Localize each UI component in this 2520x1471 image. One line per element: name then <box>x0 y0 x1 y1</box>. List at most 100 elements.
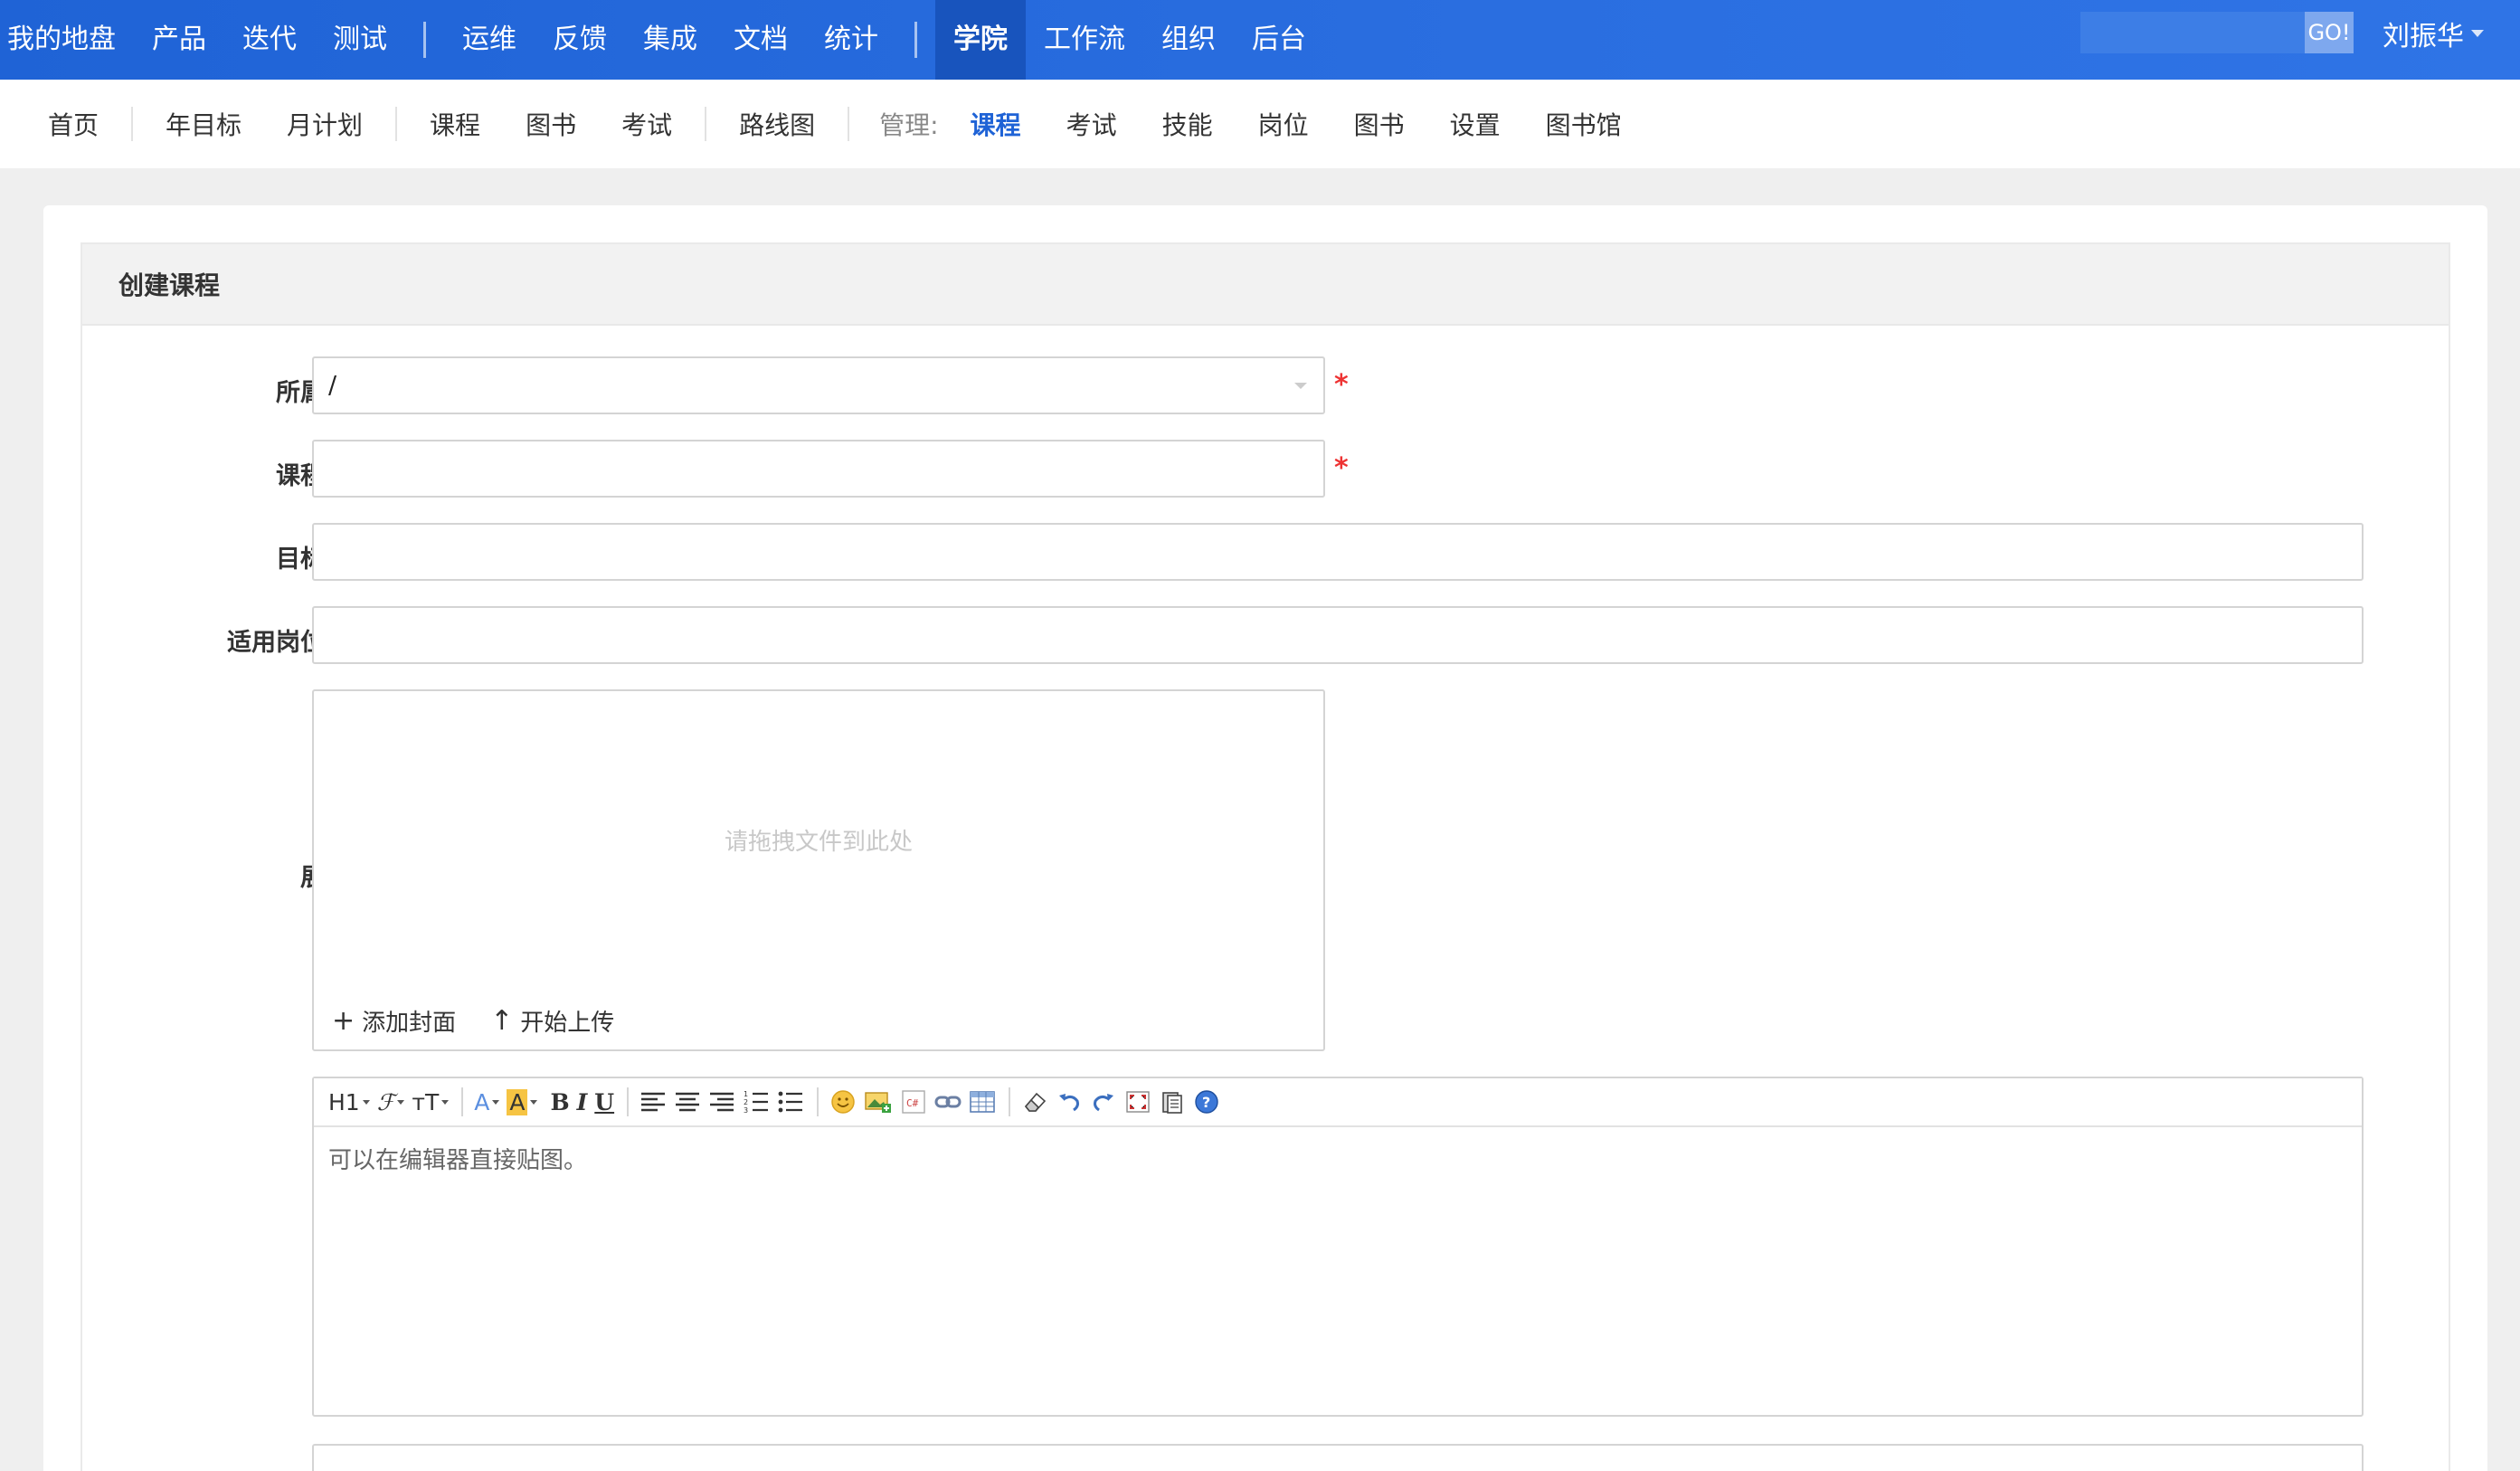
undo-button[interactable] <box>1056 1084 1083 1120</box>
search-go-button[interactable]: GO! <box>2305 12 2354 53</box>
subnav-home[interactable]: 首页 <box>25 106 121 142</box>
search-input[interactable] <box>2080 12 2305 53</box>
align-left-icon <box>641 1092 666 1112</box>
start-upload-button[interactable]: ↑ 开始上传 <box>490 1004 614 1038</box>
subnav-books[interactable]: 图书 <box>503 106 599 142</box>
subnav-manage-exam[interactable]: 考试 <box>1044 106 1140 142</box>
insert-image-button[interactable] <box>864 1084 893 1120</box>
target-skill-input[interactable] <box>312 523 2364 581</box>
position-level-input[interactable] <box>312 606 2364 664</box>
emoji-button[interactable] <box>829 1084 857 1120</box>
nav-stats[interactable]: 统计 <box>806 0 896 80</box>
cover-dropzone[interactable]: 请拖拽文件到此处 + 添加封面 ↑ 开始上传 <box>312 689 1325 1051</box>
nav-test[interactable]: 测试 <box>315 0 405 80</box>
top-navbar: 我的地盘 产品 迭代 测试 运维 反馈 集成 文档 统计 学院 工作流 组织 后… <box>0 0 2520 80</box>
subnav-divider <box>705 107 707 141</box>
fullscreen-button[interactable] <box>1124 1084 1151 1120</box>
subnav-month-plan[interactable]: 月计划 <box>264 106 385 142</box>
search-box: GO! <box>2080 12 2354 53</box>
fullscreen-icon <box>1126 1091 1150 1113</box>
subnav-exam[interactable]: 考试 <box>599 106 695 142</box>
subnav-divider <box>848 107 850 141</box>
category-value: / <box>328 371 337 400</box>
nav-feedback[interactable]: 反馈 <box>535 0 625 80</box>
chevron-down-icon <box>1294 383 1307 389</box>
clear-format-button[interactable] <box>1021 1084 1048 1120</box>
subnav-manage-settings[interactable]: 设置 <box>1427 106 1523 142</box>
font-size-button[interactable]: ᴛT <box>412 1084 450 1120</box>
bg-color-icon: A <box>507 1088 528 1115</box>
dropdown-icon <box>530 1099 538 1105</box>
align-left-button[interactable] <box>639 1084 667 1120</box>
svg-text:3: 3 <box>744 1106 748 1114</box>
add-cover-button[interactable]: + 添加封面 <box>332 1004 456 1038</box>
subnav-manage-position[interactable]: 岗位 <box>1236 106 1331 142</box>
heading-button[interactable]: H1 <box>328 1084 370 1120</box>
dropdown-icon <box>362 1099 370 1105</box>
nav-divider <box>914 22 917 58</box>
bg-color-button[interactable]: A <box>507 1084 538 1120</box>
link-icon <box>934 1096 962 1108</box>
next-field-input[interactable] <box>312 1444 2364 1471</box>
subnav-manage-skill[interactable]: 技能 <box>1140 106 1236 142</box>
align-center-button[interactable] <box>674 1084 701 1120</box>
arrow-up-icon: ↑ <box>490 1004 514 1037</box>
nav-ops[interactable]: 运维 <box>444 0 535 80</box>
font-color-button[interactable]: A <box>474 1084 500 1120</box>
italic-icon: I <box>576 1088 588 1115</box>
nav-integration[interactable]: 集成 <box>625 0 715 80</box>
link-button[interactable] <box>934 1084 962 1120</box>
align-right-button[interactable] <box>708 1084 735 1120</box>
subnav-year-goal[interactable]: 年目标 <box>143 106 264 142</box>
course-name-input[interactable] <box>312 440 1325 498</box>
nav-admin[interactable]: 后台 <box>1234 0 1324 80</box>
nav-organization[interactable]: 组织 <box>1143 0 1234 80</box>
dropdown-icon <box>397 1099 405 1105</box>
bold-button[interactable]: B <box>550 1084 569 1120</box>
help-button[interactable]: ? <box>1193 1084 1220 1120</box>
source-button[interactable] <box>1159 1084 1186 1120</box>
nav-docs[interactable]: 文档 <box>715 0 806 80</box>
subnav-manage-books[interactable]: 图书 <box>1331 106 1427 142</box>
underline-icon: U <box>594 1088 615 1115</box>
svg-text:C#: C# <box>906 1097 919 1109</box>
dropdown-icon <box>441 1099 450 1105</box>
nav-academy[interactable]: 学院 <box>935 0 1026 80</box>
align-right-icon <box>710 1092 734 1112</box>
nav-divider <box>423 22 426 58</box>
redo-icon <box>1094 1094 1114 1112</box>
svg-text:1: 1 <box>744 1090 748 1098</box>
panel-title: 创建课程 <box>82 244 2449 326</box>
plus-icon: + <box>332 1004 355 1037</box>
toolbar-divider <box>627 1087 630 1116</box>
redo-button[interactable] <box>1090 1084 1117 1120</box>
svg-text:2: 2 <box>744 1098 748 1106</box>
subnav-manage-library[interactable]: 图书馆 <box>1523 106 1644 142</box>
start-upload-label: 开始上传 <box>520 1010 615 1037</box>
nav-iteration[interactable]: 迭代 <box>224 0 315 80</box>
nav-my-dashboard[interactable]: 我的地盘 <box>0 0 134 80</box>
font-size-icon: ᴛT <box>412 1088 440 1115</box>
svg-text:?: ? <box>1202 1094 1210 1111</box>
dropzone-hint: 请拖拽文件到此处 <box>724 829 913 856</box>
subnav-course[interactable]: 课程 <box>407 106 503 142</box>
ordered-list-button[interactable]: 123 <box>743 1084 770 1120</box>
unordered-list-button[interactable] <box>777 1084 804 1120</box>
nav-product[interactable]: 产品 <box>134 0 224 80</box>
subnav-roadmap[interactable]: 路线图 <box>716 106 838 142</box>
nav-workflow[interactable]: 工作流 <box>1026 0 1143 80</box>
user-menu[interactable]: 刘振华 <box>2383 0 2484 67</box>
subnav-manage-course[interactable]: 课程 <box>948 106 1044 142</box>
code-button[interactable]: C# <box>900 1084 927 1120</box>
subnav-divider <box>131 107 134 141</box>
table-button[interactable] <box>969 1084 996 1120</box>
align-center-icon <box>676 1092 700 1112</box>
category-select[interactable]: / <box>312 356 1325 414</box>
font-family-button[interactable]: ℱ <box>377 1084 405 1120</box>
intro-editor[interactable]: H1 ℱ ᴛT A A B I U 123 C# ? 可以在编辑器直接贴图。 <box>312 1077 2364 1417</box>
font-family-icon: ℱ <box>376 1088 395 1115</box>
main-nav: 我的地盘 产品 迭代 测试 运维 反馈 集成 文档 统计 学院 工作流 组织 后… <box>0 0 1324 80</box>
underline-button[interactable]: U <box>594 1084 614 1120</box>
italic-button[interactable]: I <box>577 1084 588 1120</box>
help-icon: ? <box>1195 1090 1218 1114</box>
